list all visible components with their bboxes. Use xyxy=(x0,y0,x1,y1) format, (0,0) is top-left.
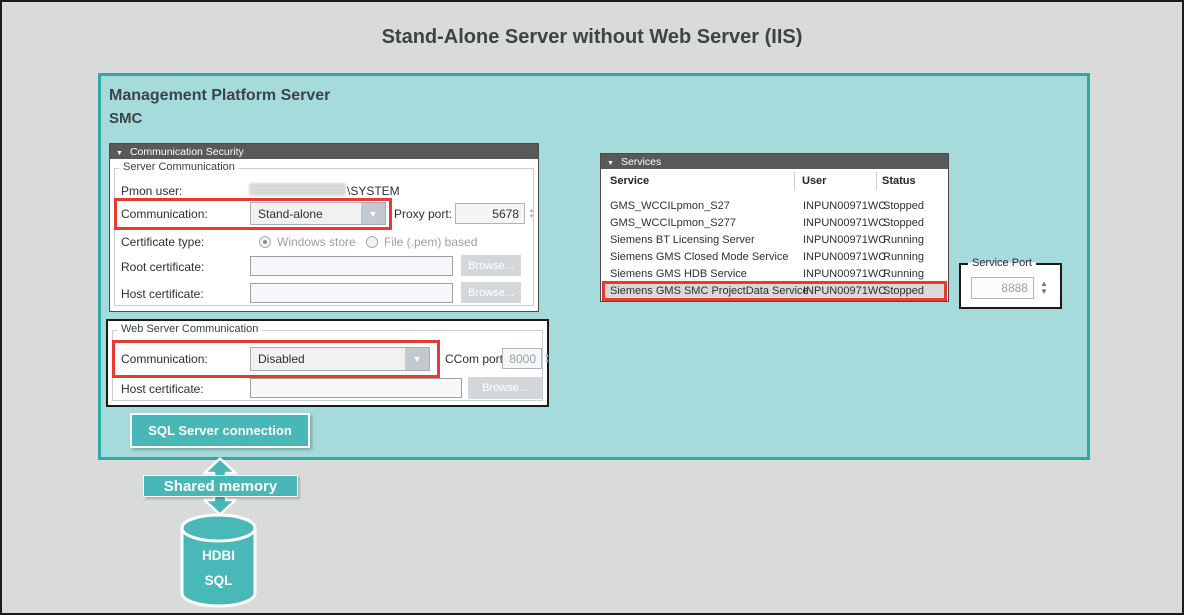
table-row[interactable]: GMS_WCCILpmon_S277 INPUN00971WC Stopped xyxy=(603,215,946,232)
radio-file-pem[interactable] xyxy=(366,236,378,248)
proxy-port-spinner[interactable] xyxy=(526,203,537,224)
sql-server-connection-button[interactable]: SQL Server connection xyxy=(130,413,310,448)
chevron-down-icon[interactable] xyxy=(361,203,385,224)
host-certificate-label: Host certificate: xyxy=(121,287,204,301)
table-row[interactable]: Siemens BT Licensing Server INPUN00971WC… xyxy=(603,232,946,249)
radio-windows-store[interactable] xyxy=(259,236,271,248)
cell-user: INPUN00971WC xyxy=(803,232,886,249)
root-certificate-label: Root certificate: xyxy=(121,260,204,274)
column-separator xyxy=(794,172,795,190)
cell-service: GMS_WCCILpmon_S27 xyxy=(610,198,730,215)
radio-windows-store-label: Windows store xyxy=(277,235,356,249)
proxy-port-field[interactable]: 5678 xyxy=(455,203,525,224)
cell-status: Stopped xyxy=(883,283,924,300)
radio-file-pem-label: File (.pem) based xyxy=(384,235,477,249)
web-host-certificate-input[interactable] xyxy=(250,378,462,398)
column-header-user[interactable]: User xyxy=(802,175,826,187)
pmon-user-value: \SYSTEM xyxy=(347,184,400,198)
web-server-communication-panel: Web Server Communication Communication: … xyxy=(106,319,549,407)
communication-dropdown[interactable]: Stand-alone xyxy=(250,202,386,225)
cell-user: INPUN00971WC xyxy=(803,283,886,300)
panel-header-title: Communication Security xyxy=(130,146,244,158)
host-certificate-input[interactable] xyxy=(250,283,453,303)
shared-memory-label: Shared memory xyxy=(143,475,298,497)
cell-status: Running xyxy=(883,232,924,249)
service-port-value: 8888 xyxy=(1001,281,1028,295)
platform-title: Management Platform Server xyxy=(109,87,330,105)
platform-subtitle: SMC xyxy=(109,110,142,127)
cell-user: INPUN00971WC xyxy=(803,198,886,215)
table-row-highlighted[interactable]: Siemens GMS SMC ProjectData Service INPU… xyxy=(603,283,946,300)
cell-status: Stopped xyxy=(883,198,924,215)
table-row[interactable]: Siemens GMS Closed Mode Service INPUN009… xyxy=(603,249,946,266)
root-certificate-browse-button[interactable]: Browse... xyxy=(461,255,521,276)
cell-service: Siemens GMS Closed Mode Service xyxy=(610,249,789,266)
cell-service: Siemens GMS HDB Service xyxy=(610,266,747,283)
cell-user: INPUN00971WC xyxy=(803,249,886,266)
ccom-port-label: CCom port: xyxy=(445,352,506,366)
pmon-user-label: Pmon user: xyxy=(121,184,182,198)
server-communication-group-label: Server Communication xyxy=(119,161,239,173)
ccom-port-value: 8000 xyxy=(509,352,536,366)
collapse-triangle-icon xyxy=(116,146,123,158)
cell-user: INPUN00971WC xyxy=(803,215,886,232)
services-panel: Services Service User Status GMS_WCCILpm… xyxy=(600,153,949,302)
cell-service: GMS_WCCILpmon_S277 xyxy=(610,215,736,232)
ccom-port-field[interactable]: 8000 xyxy=(502,348,542,369)
communication-dropdown-value: Stand-alone xyxy=(251,203,361,224)
communication-security-panel: Communication Security Server Communicat… xyxy=(109,143,539,312)
cell-status: Running xyxy=(883,249,924,266)
page-title: Stand-Alone Server without Web Server (I… xyxy=(2,26,1182,49)
communication-label: Communication: xyxy=(121,207,208,221)
cell-status: Stopped xyxy=(883,215,924,232)
chevron-down-icon[interactable] xyxy=(405,348,429,370)
certificate-type-label: Certificate type: xyxy=(121,235,204,249)
service-port-field[interactable]: 8888 xyxy=(971,277,1034,299)
column-header-status[interactable]: Status xyxy=(882,175,916,187)
proxy-port-label: Proxy port: xyxy=(394,207,452,221)
ccom-port-spinner[interactable] xyxy=(542,348,552,369)
database-label-line1: HDBI xyxy=(179,548,258,563)
web-communication-label: Communication: xyxy=(121,352,208,366)
database-label-line2: SQL xyxy=(179,573,258,588)
column-header-service[interactable]: Service xyxy=(610,175,649,187)
host-certificate-browse-button[interactable]: Browse... xyxy=(461,282,521,303)
cell-service: Siemens BT Licensing Server xyxy=(610,232,755,249)
service-port-spinner[interactable] xyxy=(1037,277,1051,299)
services-header[interactable]: Services xyxy=(601,154,948,169)
web-communication-dropdown[interactable]: Disabled xyxy=(250,347,430,371)
table-row[interactable]: GMS_WCCILpmon_S27 INPUN00971WC Stopped xyxy=(603,198,946,215)
table-row[interactable]: Siemens GMS HDB Service INPUN00971WC Run… xyxy=(603,266,946,283)
cell-service: Siemens GMS SMC ProjectData Service xyxy=(610,283,809,300)
service-port-box: Service Port 8888 xyxy=(959,263,1062,309)
communication-security-header[interactable]: Communication Security xyxy=(110,144,538,159)
service-port-label: Service Port xyxy=(968,257,1036,269)
proxy-port-value: 5678 xyxy=(492,207,519,221)
column-separator xyxy=(876,172,877,190)
web-host-certificate-label: Host certificate: xyxy=(121,382,204,396)
web-server-group-label: Web Server Communication xyxy=(117,323,262,335)
diagram-canvas: Stand-Alone Server without Web Server (I… xyxy=(0,0,1184,615)
panel-header-title: Services xyxy=(621,156,661,168)
collapse-triangle-icon xyxy=(607,156,614,168)
cell-status: Running xyxy=(883,266,924,283)
root-certificate-input[interactable] xyxy=(250,256,453,276)
pmon-user-redacted xyxy=(249,183,346,196)
cell-user: INPUN00971WC xyxy=(803,266,886,283)
web-host-certificate-browse-button[interactable]: Browse... xyxy=(468,377,542,399)
web-communication-dropdown-value: Disabled xyxy=(251,348,405,370)
